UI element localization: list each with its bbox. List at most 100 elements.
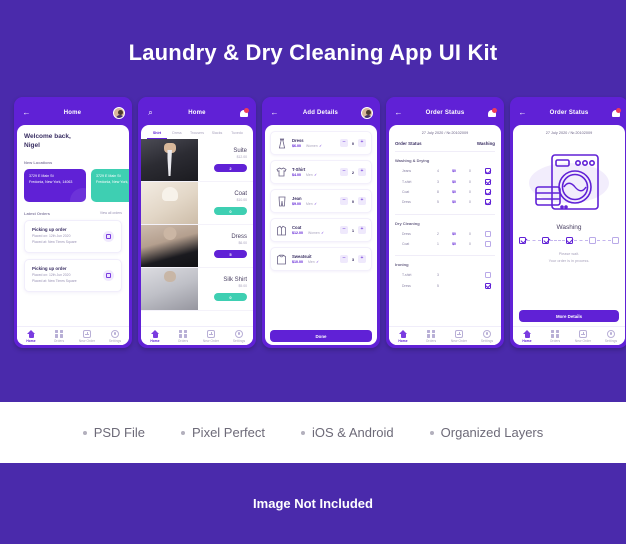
detail-row[interactable]: Dress $6.00 Women ✓ – 0 +	[270, 131, 372, 155]
row-checkbox[interactable]	[485, 178, 491, 185]
row-checkbox[interactable]	[485, 168, 491, 175]
increment-button[interactable]: +	[358, 139, 366, 147]
coat-icon	[276, 225, 287, 236]
latest-orders-label: Latest Orders	[24, 210, 51, 216]
row-checkbox[interactable]	[485, 230, 491, 237]
bell-icon[interactable]	[486, 107, 497, 119]
detail-row[interactable]: Coat $12.00 Women ✓ – 1 +	[270, 218, 372, 242]
increment-button[interactable]: +	[358, 168, 366, 176]
bell-icon[interactable]	[610, 107, 621, 119]
quantity-stepper[interactable]: – 1 +	[340, 226, 366, 234]
order-card[interactable]: Picking up order Placed on: 12th Jun 202…	[24, 219, 122, 253]
step-checkbox[interactable]	[542, 237, 550, 244]
increment-button[interactable]: +	[358, 197, 366, 205]
row-qty: 3	[437, 273, 439, 278]
nav-item-new-order[interactable]: New Order	[197, 329, 225, 343]
quantity-stepper[interactable]: – 3 +	[340, 255, 366, 263]
nav-item-orders[interactable]: Orders	[417, 329, 445, 343]
nav-label: Home	[522, 338, 532, 343]
nav-item-settings[interactable]: Settings	[597, 329, 625, 343]
product-row[interactable]: Dress $6.00 5	[141, 225, 253, 268]
step-checkbox[interactable]	[519, 237, 526, 244]
back-arrow-icon[interactable]: ←	[517, 108, 528, 119]
done-button[interactable]: Done	[270, 330, 372, 342]
nav-item-new-order[interactable]: New Order	[73, 329, 101, 343]
table-row[interactable]: Dress 5	[395, 281, 495, 291]
nav-item-settings[interactable]: Settings	[225, 329, 253, 343]
detail-row[interactable]: T-Shirt $4.00 Men ✓ – 2 +	[270, 160, 372, 184]
quantity-stepper[interactable]: – 0 +	[340, 139, 366, 147]
row-checkbox[interactable]	[485, 188, 491, 195]
table-row[interactable]: Coat 8 $0 0	[395, 187, 495, 197]
tab-slacks[interactable]: Slacks	[207, 131, 227, 139]
category-tabs[interactable]: Shirt Dress Trousers Slacks Tuxedo	[141, 125, 253, 139]
tab-trousers[interactable]: Trousers	[187, 131, 207, 139]
tab-tuxedo[interactable]: Tuxedo	[227, 131, 247, 139]
quantity-stepper[interactable]: – 0 +	[340, 197, 366, 205]
location-card[interactable]: 3729 E Main St Fredonia, New York, 14063	[91, 168, 129, 202]
increment-button[interactable]: +	[358, 226, 366, 234]
bell-icon[interactable]	[238, 107, 249, 119]
tab-dress[interactable]: Dress	[167, 131, 187, 139]
product-qty-badge[interactable]: 0	[214, 293, 247, 301]
increment-button[interactable]: +	[358, 255, 366, 263]
step-checkbox[interactable]	[612, 237, 619, 244]
table-row[interactable]: Dress 2 $0 0	[395, 229, 495, 239]
step-checkbox[interactable]	[588, 237, 596, 244]
product-qty-badge[interactable]: 2	[214, 164, 247, 172]
decrement-button[interactable]: –	[340, 197, 348, 205]
product-row[interactable]: Silk Shirt $9.00 0	[141, 268, 253, 311]
back-arrow-icon[interactable]: ←	[393, 108, 404, 119]
row-checkbox[interactable]	[485, 282, 491, 289]
search-icon[interactable]: ⌕	[145, 108, 156, 119]
back-arrow-icon[interactable]: ←	[269, 108, 280, 119]
quantity-stepper[interactable]: – 2 +	[340, 168, 366, 176]
decrement-button[interactable]: –	[340, 168, 348, 176]
nav-item-orders[interactable]: Orders	[541, 329, 569, 343]
product-qty-badge[interactable]: 0	[214, 207, 247, 215]
table-row[interactable]: T-shirt 3 $0 0	[395, 176, 495, 186]
nav-item-home[interactable]: Home	[17, 329, 45, 343]
nav-item-home[interactable]: Home	[389, 329, 417, 343]
avatar-icon[interactable]	[113, 107, 125, 119]
view-all-orders-link[interactable]: View all orders	[100, 211, 122, 215]
back-arrow-icon[interactable]: ←	[21, 108, 32, 119]
location-card[interactable]: 3729 E Main St Fredonia, New York, 14063	[24, 168, 86, 202]
order-status-icon[interactable]	[103, 230, 114, 242]
table-row[interactable]: T-shirt 3	[395, 270, 495, 280]
nav-item-orders[interactable]: Orders	[45, 329, 73, 343]
order-card[interactable]: Picking up order Placed on: 12th Jun 202…	[24, 258, 122, 292]
nav-item-home[interactable]: Home	[513, 329, 541, 343]
table-row[interactable]: Coat 1 $0 0	[395, 239, 495, 249]
nav-item-orders[interactable]: Orders	[169, 329, 197, 343]
product-qty-badge[interactable]: 5	[214, 250, 247, 258]
order-card-text: Picking up order Placed on: 12th Jun 202…	[32, 227, 77, 246]
row-checkbox[interactable]	[485, 272, 491, 279]
product-row[interactable]: Coat $10.00 0	[141, 182, 253, 225]
detail-row[interactable]: Jean $9.00 Men ✓ – 0 +	[270, 189, 372, 213]
nav-item-new-order[interactable]: New Order	[445, 329, 473, 343]
tab-shirt[interactable]: Shirt	[147, 131, 167, 139]
row-checkbox[interactable]	[485, 241, 491, 248]
decrement-button[interactable]: –	[340, 139, 348, 147]
decrement-button[interactable]: –	[340, 255, 348, 263]
nav-item-new-order[interactable]: New Order	[569, 329, 597, 343]
table-row[interactable]: Dress 5 $0 0	[395, 197, 495, 207]
phone-screen-home: ← Home Welcome back, Nigel New Locations…	[14, 97, 132, 348]
detail-price: $12.00	[292, 231, 303, 236]
decrement-button[interactable]: –	[340, 226, 348, 234]
locations-carousel[interactable]: 3729 E Main St Fredonia, New York, 14063…	[24, 168, 129, 202]
row-checkbox[interactable]	[485, 199, 491, 206]
product-row[interactable]: Suite $12.00 2	[141, 139, 253, 182]
step-checkbox[interactable]	[565, 237, 573, 244]
table-row[interactable]: Jeans 4 $0 0	[395, 166, 495, 176]
order-status-icon[interactable]	[103, 269, 114, 281]
nav-item-home[interactable]: Home	[141, 329, 169, 343]
avatar-icon[interactable]	[361, 107, 373, 119]
nav-item-settings[interactable]: Settings	[101, 329, 129, 343]
detail-row[interactable]: Sweatsuit $10.00 Men ✓ – 3 +	[270, 247, 372, 271]
order-title: Picking up order	[32, 226, 67, 232]
nav-item-settings[interactable]: Settings	[473, 329, 501, 343]
row-price: $0	[452, 179, 456, 184]
more-details-button[interactable]: More Details	[519, 310, 619, 322]
